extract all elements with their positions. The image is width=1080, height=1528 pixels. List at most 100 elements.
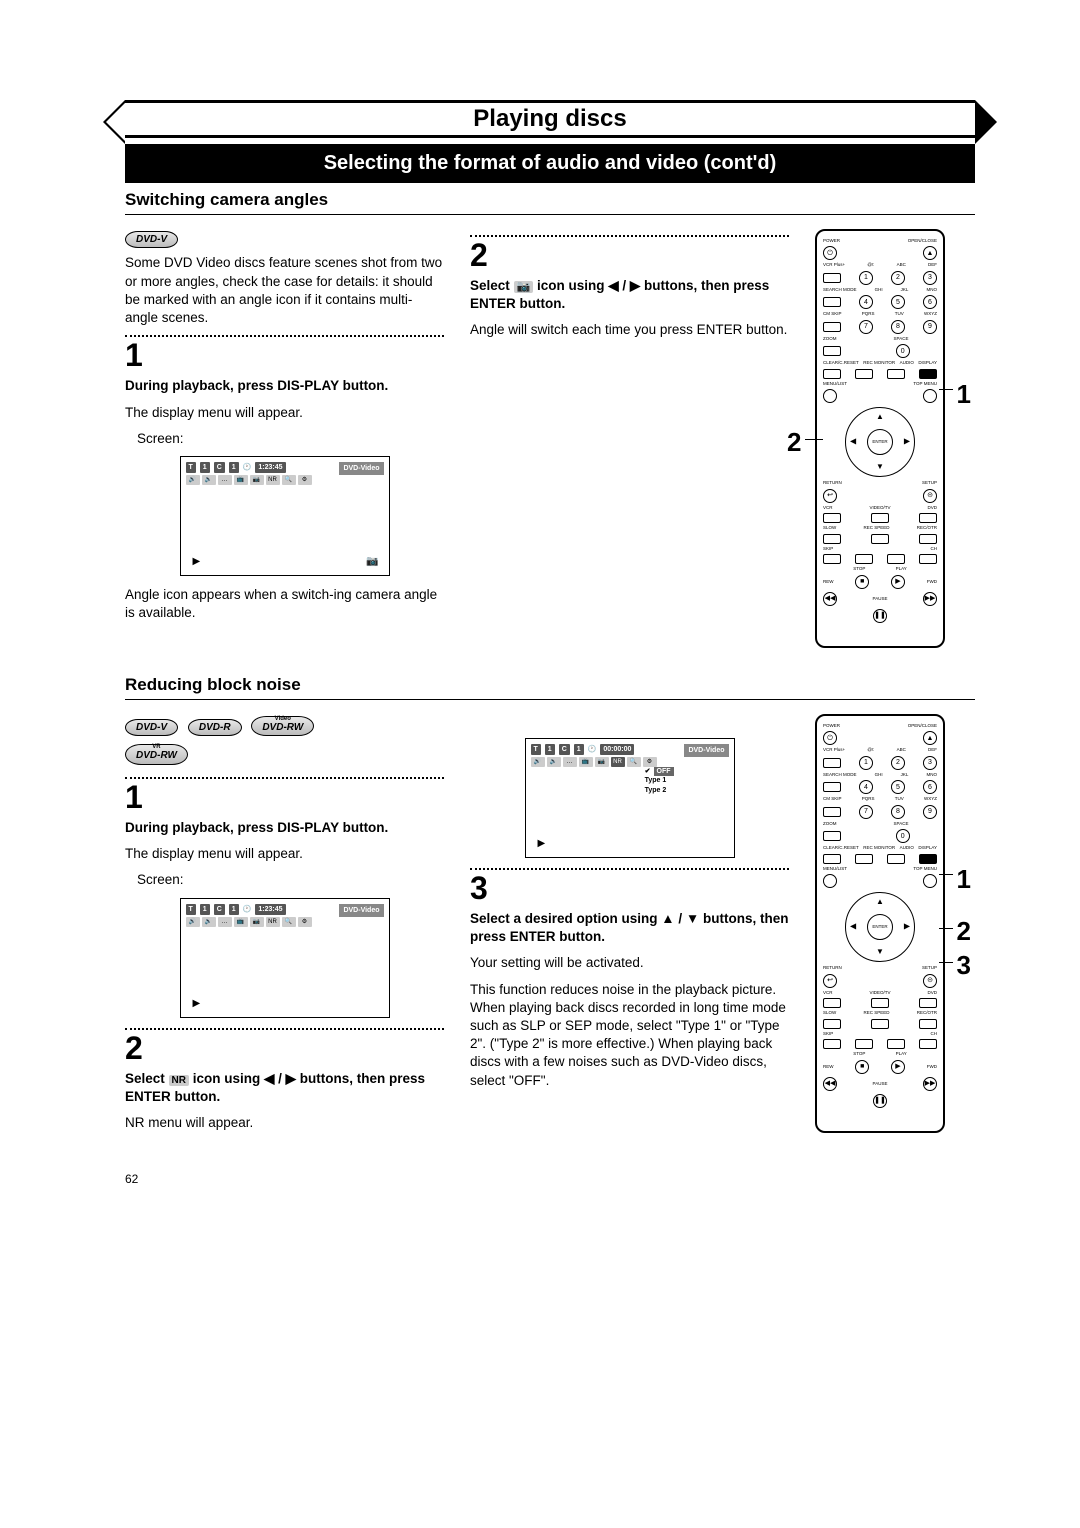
ch-down-button[interactable] xyxy=(887,554,905,564)
clear-button[interactable] xyxy=(823,854,841,864)
display-button[interactable] xyxy=(919,369,937,379)
num-8[interactable]: 8 xyxy=(891,320,905,334)
enter-button[interactable]: ENTER xyxy=(867,914,893,940)
audio-button[interactable] xyxy=(887,369,905,379)
label: SETUP xyxy=(922,966,937,971)
label: OPEN/CLOSE xyxy=(908,724,937,729)
dpad[interactable]: ▲ ▼ ◀ ▶ ENTER xyxy=(845,407,915,477)
angle-icon: 📷 xyxy=(366,555,378,569)
dpad[interactable]: ▲ ▼ ◀ ▶ ENTER xyxy=(845,892,915,962)
arrow-right-icon[interactable]: ▶ xyxy=(904,922,910,933)
arrow-up-icon[interactable]: ▲ xyxy=(876,412,884,423)
stop-button[interactable]: ■ xyxy=(855,1060,869,1074)
osd-icon: 📺 xyxy=(234,475,248,485)
recmon-button[interactable] xyxy=(855,369,873,379)
num-0[interactable]: 0 xyxy=(896,344,910,358)
skip-prev-button[interactable] xyxy=(823,554,841,564)
recotr-button[interactable] xyxy=(919,534,937,544)
num-1[interactable]: 1 xyxy=(859,271,873,285)
num-4[interactable]: 4 xyxy=(859,295,873,309)
label: ZOOM xyxy=(823,337,837,342)
videotv-button[interactable] xyxy=(871,513,889,523)
vcrplus-button[interactable] xyxy=(823,758,841,768)
play-button[interactable]: ▶ xyxy=(891,575,905,589)
skip-next-button[interactable] xyxy=(855,554,873,564)
cmskip-button[interactable] xyxy=(823,807,841,817)
recmon-button[interactable] xyxy=(855,854,873,864)
play-button[interactable]: ▶ xyxy=(891,1060,905,1074)
topmenu-button[interactable] xyxy=(923,389,937,403)
search-button[interactable] xyxy=(823,297,841,307)
num-1[interactable]: 1 xyxy=(859,756,873,770)
zoom-button[interactable] xyxy=(823,831,841,841)
rew-button[interactable]: ◀◀ xyxy=(823,1077,837,1091)
osd-icon: 🔈 xyxy=(202,475,216,485)
num-8[interactable]: 8 xyxy=(891,805,905,819)
num-5[interactable]: 5 xyxy=(891,295,905,309)
fwd-button[interactable]: ▶▶ xyxy=(923,592,937,606)
num-0[interactable]: 0 xyxy=(896,829,910,843)
vcr-button[interactable] xyxy=(823,998,841,1008)
num-2[interactable]: 2 xyxy=(891,271,905,285)
eject-button[interactable]: ▲ xyxy=(923,731,937,745)
eject-button[interactable]: ▲ xyxy=(923,246,937,260)
skip-next-button[interactable] xyxy=(855,1039,873,1049)
menulist-button[interactable] xyxy=(823,874,837,888)
display-button[interactable] xyxy=(919,854,937,864)
skip-prev-button[interactable] xyxy=(823,1039,841,1049)
setup-button[interactable]: ⊝ xyxy=(923,974,937,988)
return-button[interactable]: ↩ xyxy=(823,489,837,503)
dvd-button[interactable] xyxy=(919,513,937,523)
arrow-right-icon[interactable]: ▶ xyxy=(904,437,910,448)
menulist-button[interactable] xyxy=(823,389,837,403)
label: SEARCH MODE xyxy=(823,288,857,293)
vcr-button[interactable] xyxy=(823,513,841,523)
audio-button[interactable] xyxy=(887,854,905,864)
dvd-button[interactable] xyxy=(919,998,937,1008)
videotv-button[interactable] xyxy=(871,998,889,1008)
ch-up-button[interactable] xyxy=(919,554,937,564)
topmenu-button[interactable] xyxy=(923,874,937,888)
pause-button[interactable]: ❚❚ xyxy=(873,1094,887,1108)
num-9[interactable]: 9 xyxy=(923,805,937,819)
pause-button[interactable]: ❚❚ xyxy=(873,609,887,623)
recspeed-button[interactable] xyxy=(871,534,889,544)
num-4[interactable]: 4 xyxy=(859,780,873,794)
ch-down-button[interactable] xyxy=(887,1039,905,1049)
return-button[interactable]: ↩ xyxy=(823,974,837,988)
clear-button[interactable] xyxy=(823,369,841,379)
rew-button[interactable]: ◀◀ xyxy=(823,592,837,606)
num-9[interactable]: 9 xyxy=(923,320,937,334)
num-3[interactable]: 3 xyxy=(923,756,937,770)
slow-button[interactable] xyxy=(823,534,841,544)
callout-line xyxy=(939,928,953,929)
ch-up-button[interactable] xyxy=(919,1039,937,1049)
cmskip-button[interactable] xyxy=(823,322,841,332)
callout-2: 2 xyxy=(787,425,801,460)
stop-button[interactable]: ■ xyxy=(855,575,869,589)
zoom-button[interactable] xyxy=(823,346,841,356)
arrow-down-icon[interactable]: ▼ xyxy=(876,947,884,958)
fwd-button[interactable]: ▶▶ xyxy=(923,1077,937,1091)
num-2[interactable]: 2 xyxy=(891,756,905,770)
power-button[interactable]: ⏻ xyxy=(823,246,837,260)
num-7[interactable]: 7 xyxy=(859,320,873,334)
recspeed-button[interactable] xyxy=(871,1019,889,1029)
num-6[interactable]: 6 xyxy=(923,780,937,794)
arrow-up-icon[interactable]: ▲ xyxy=(876,897,884,908)
num-7[interactable]: 7 xyxy=(859,805,873,819)
num-5[interactable]: 5 xyxy=(891,780,905,794)
label-power: POWER xyxy=(823,239,840,244)
power-button[interactable]: ⏻ xyxy=(823,731,837,745)
arrow-left-icon[interactable]: ◀ xyxy=(850,922,856,933)
arrow-down-icon[interactable]: ▼ xyxy=(876,462,884,473)
search-button[interactable] xyxy=(823,782,841,792)
vcrplus-button[interactable] xyxy=(823,273,841,283)
slow-button[interactable] xyxy=(823,1019,841,1029)
setup-button[interactable]: ⊝ xyxy=(923,489,937,503)
recotr-button[interactable] xyxy=(919,1019,937,1029)
enter-button[interactable]: ENTER xyxy=(867,429,893,455)
arrow-left-icon[interactable]: ◀ xyxy=(850,437,856,448)
num-3[interactable]: 3 xyxy=(923,271,937,285)
num-6[interactable]: 6 xyxy=(923,295,937,309)
